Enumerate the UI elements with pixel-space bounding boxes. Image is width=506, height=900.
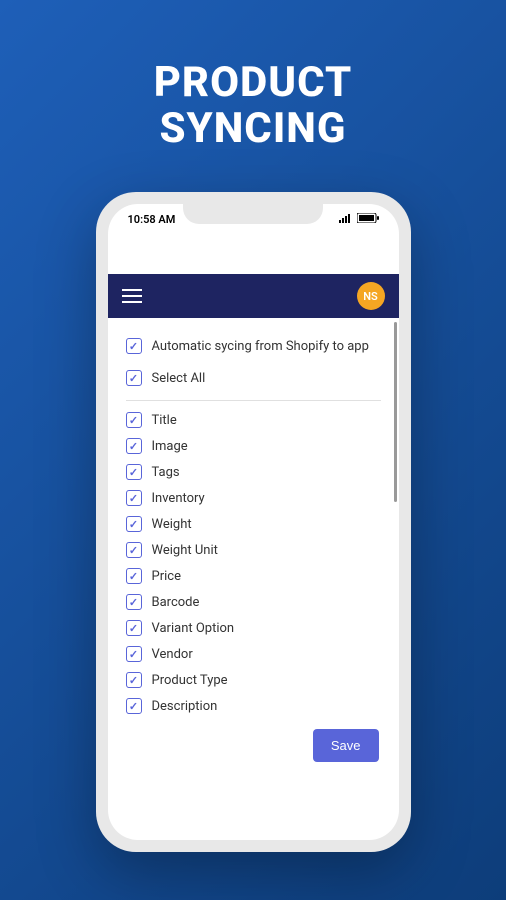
sync-item-label: Inventory — [152, 491, 205, 506]
sync-item-label: Price — [152, 569, 181, 584]
hero-title-line2: SYNCING — [154, 106, 353, 152]
sync-item-checkbox[interactable] — [126, 464, 142, 480]
sync-item-row[interactable]: Variant Option — [126, 615, 381, 641]
sync-item-checkbox[interactable] — [126, 438, 142, 454]
scroll-indicator[interactable] — [394, 322, 397, 502]
avatar[interactable]: NS — [357, 282, 385, 310]
phone-frame: 10:58 AM NS Automatic s — [96, 192, 411, 852]
sync-item-row[interactable]: Price — [126, 563, 381, 589]
sync-item-checkbox[interactable] — [126, 568, 142, 584]
automatic-sync-row[interactable]: Automatic sycing from Shopify to app — [126, 330, 381, 362]
select-all-row[interactable]: Select All — [126, 362, 381, 394]
sync-item-row[interactable]: Inventory — [126, 485, 381, 511]
phone-notch — [183, 204, 323, 224]
hamburger-menu-icon[interactable] — [122, 289, 142, 303]
avatar-initials: NS — [363, 290, 378, 303]
sync-item-checkbox[interactable] — [126, 646, 142, 662]
content-area: Automatic sycing from Shopify to app Sel… — [108, 318, 399, 840]
sync-item-checkbox[interactable] — [126, 594, 142, 610]
sync-item-label: Weight — [152, 517, 192, 532]
sync-item-label: Variant Option — [152, 621, 235, 636]
sync-item-row[interactable]: Barcode — [126, 589, 381, 615]
phone-screen: 10:58 AM NS Automatic s — [108, 204, 399, 840]
app-header: NS — [108, 274, 399, 318]
sync-item-checkbox[interactable] — [126, 698, 142, 714]
sync-item-label: Vendor — [152, 647, 193, 662]
save-button[interactable]: Save — [313, 729, 379, 762]
sync-item-label: Description — [152, 699, 218, 714]
sync-item-checkbox[interactable] — [126, 490, 142, 506]
select-all-label: Select All — [152, 371, 206, 386]
sync-item-row[interactable]: Title — [126, 407, 381, 433]
automatic-sync-label: Automatic sycing from Shopify to app — [152, 339, 369, 354]
sync-item-label: Image — [152, 439, 188, 454]
signal-icon — [339, 213, 353, 226]
sync-item-label: Title — [152, 413, 177, 428]
hero-title: PRODUCT SYNCING — [154, 60, 353, 152]
sync-item-label: Tags — [152, 465, 180, 480]
sync-item-checkbox[interactable] — [126, 516, 142, 532]
hero-title-line1: PRODUCT — [154, 60, 353, 106]
status-time: 10:58 AM — [128, 213, 176, 226]
battery-icon — [357, 213, 379, 226]
items-list: Title Image Tags Inventory Weight Weight Unit… — [126, 407, 381, 719]
sync-item-row[interactable]: Weight Unit — [126, 537, 381, 563]
select-all-checkbox[interactable] — [126, 370, 142, 386]
sync-item-checkbox[interactable] — [126, 620, 142, 636]
automatic-sync-checkbox[interactable] — [126, 338, 142, 354]
divider — [126, 400, 381, 401]
sync-item-checkbox[interactable] — [126, 672, 142, 688]
sync-item-row[interactable]: Vendor — [126, 641, 381, 667]
sync-item-row[interactable]: Weight — [126, 511, 381, 537]
sync-item-checkbox[interactable] — [126, 412, 142, 428]
sync-item-row[interactable]: Product Type — [126, 667, 381, 693]
sync-item-checkbox[interactable] — [126, 542, 142, 558]
sync-item-row[interactable]: Description — [126, 693, 381, 719]
sync-item-label: Product Type — [152, 673, 228, 688]
sync-item-row[interactable]: Image — [126, 433, 381, 459]
sync-item-label: Weight Unit — [152, 543, 218, 558]
sync-item-row[interactable]: Tags — [126, 459, 381, 485]
status-icons — [339, 213, 379, 226]
sync-item-label: Barcode — [152, 595, 200, 610]
save-button-label: Save — [331, 738, 361, 753]
